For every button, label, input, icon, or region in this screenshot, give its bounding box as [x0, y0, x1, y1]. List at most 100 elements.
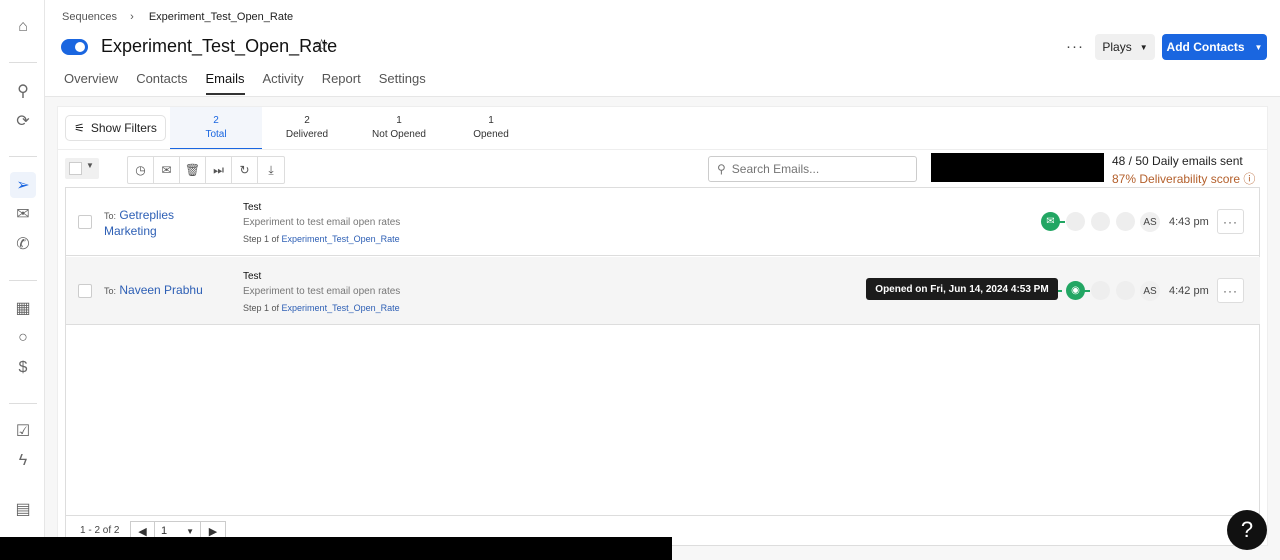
search-input[interactable]: [731, 162, 902, 176]
stat-count: 2: [213, 115, 219, 126]
sequences-send-icon[interactable]: ➢: [10, 172, 36, 198]
lightning-icon[interactable]: ϟ: [12, 450, 34, 472]
clock-icon[interactable]: ◷: [128, 157, 154, 183]
checkbox[interactable]: [69, 162, 82, 175]
caret-down-icon[interactable]: ▼: [86, 161, 94, 170]
stat-count: 1: [396, 115, 402, 126]
calendar-icon[interactable]: ▦: [12, 297, 34, 319]
dollar-icon[interactable]: $: [12, 357, 34, 379]
skip-icon[interactable]: ⏭: [206, 157, 232, 183]
search-icon: ⚲: [717, 162, 726, 176]
page-range: 1 - 2 of 2: [80, 525, 120, 536]
home-icon[interactable]: ⌂: [12, 16, 34, 38]
search-icon[interactable]: ⚲: [12, 80, 34, 102]
row-more-button[interactable]: ···: [1217, 209, 1244, 234]
task-check-icon[interactable]: ☑: [12, 420, 34, 442]
tab-report[interactable]: Report: [322, 71, 361, 95]
sequence-link[interactable]: Experiment_Test_Open_Rate: [282, 303, 400, 313]
clicked-hand-icon[interactable]: [1091, 281, 1110, 300]
breadcrumb: Sequences › Experiment_Test_Open_Rate: [62, 11, 293, 23]
stat-label: Opened: [473, 129, 509, 140]
search-emails-field[interactable]: ⚲: [708, 156, 917, 182]
add-contacts-label: Add Contacts: [1166, 40, 1245, 54]
sequence-enabled-toggle[interactable]: [61, 39, 88, 55]
calculator-icon[interactable]: ▤: [12, 498, 34, 520]
row-more-button[interactable]: ···: [1217, 278, 1244, 303]
step-prefix: Step 1 of: [243, 303, 280, 313]
sync-icon[interactable]: ⟳: [12, 110, 34, 132]
stat-label: Not Opened: [372, 129, 426, 140]
opened-tooltip: Opened on Fri, Jun 14, 2024 4:53 PM: [866, 278, 1058, 300]
mail-icon[interactable]: ✉: [154, 157, 180, 183]
star-icon[interactable]: ☆: [314, 36, 329, 56]
caret-down-icon: ▼: [1139, 42, 1148, 52]
replied-icon[interactable]: [1116, 212, 1135, 231]
daily-emails-sent: 48 / 50 Daily emails sent: [1112, 154, 1243, 168]
connector: [1059, 221, 1065, 223]
tab-settings[interactable]: Settings: [379, 71, 426, 95]
download-icon[interactable]: ⤓: [258, 157, 284, 183]
sent-time: 4:43 pm: [1169, 216, 1209, 228]
sliders-icon: ⚟: [74, 121, 85, 135]
recipient[interactable]: To: Getreplies Marketing: [104, 208, 194, 239]
show-filters-button[interactable]: ⚟ Show Filters: [65, 115, 166, 141]
stat-count: 1: [488, 115, 494, 126]
email-preview: Experiment to test email open rates: [243, 286, 401, 297]
stat-total[interactable]: 2 Total: [170, 107, 262, 149]
delivered-mail-icon[interactable]: ✉: [1041, 212, 1060, 231]
show-filters-label: Show Filters: [90, 121, 157, 135]
recipient[interactable]: To: Naveen Prabhu: [104, 283, 244, 299]
bulk-actions-toolbar: ◷ ✉ 🗑 ⏭ ↻ ⤓: [127, 156, 285, 184]
sequence-link[interactable]: Experiment_Test_Open_Rate: [282, 234, 400, 244]
email-row[interactable]: To: Naveen Prabhu Test Experiment to tes…: [66, 257, 1260, 325]
to-prefix: To:: [104, 211, 117, 221]
redo-icon[interactable]: ↻: [232, 157, 258, 183]
sidebar: ⌂ ⚲ ⟳ ➢ ✉ ✆ ▦ ○ $ ☑ ϟ ▤: [0, 0, 45, 560]
chat-icon[interactable]: ○: [12, 327, 34, 349]
caret-down-icon: ▼: [1254, 42, 1263, 52]
row-checkbox[interactable]: [78, 284, 92, 298]
replied-icon[interactable]: [1116, 281, 1135, 300]
to-prefix: To:: [104, 286, 117, 296]
email-subject: Test: [243, 202, 262, 213]
opened-eye-icon[interactable]: [1066, 212, 1085, 231]
plays-button[interactable]: Plays ▼: [1095, 34, 1155, 60]
deliverability-label: 87% Deliverability score: [1112, 172, 1241, 186]
stat-not-opened[interactable]: 1 Not Opened: [353, 114, 445, 142]
step-info: Step 1 of Experiment_Test_Open_Rate: [243, 303, 400, 313]
tabs: Overview Contacts Emails Activity Report…: [64, 71, 444, 95]
deliverability-score[interactable]: 87% Deliverability score ⓘ: [1112, 170, 1255, 187]
add-contacts-button[interactable]: Add Contacts ▼: [1162, 34, 1267, 60]
sent-time: 4:42 pm: [1169, 285, 1209, 297]
more-options-icon[interactable]: ···: [1066, 38, 1084, 55]
tab-emails[interactable]: Emails: [205, 71, 245, 95]
select-all-checkbox[interactable]: ▼: [65, 158, 99, 179]
opened-eye-icon[interactable]: ◉: [1066, 281, 1085, 300]
stat-delivered[interactable]: 2 Delivered: [261, 114, 353, 142]
email-list: To: Getreplies Marketing Test Experiment…: [65, 187, 1260, 515]
recipient-name[interactable]: Naveen Prabhu: [119, 283, 202, 297]
email-row[interactable]: To: Getreplies Marketing Test Experiment…: [66, 188, 1260, 256]
info-icon[interactable]: ⓘ: [1243, 172, 1255, 186]
page-number: 1: [161, 525, 168, 537]
trash-icon[interactable]: 🗑: [180, 157, 206, 183]
stat-count: 2: [304, 115, 310, 126]
owner-avatar: AS: [1140, 281, 1160, 301]
mail-icon[interactable]: ✉: [12, 203, 34, 225]
divider: [9, 62, 37, 63]
help-button[interactable]: ?: [1227, 510, 1267, 550]
step-prefix: Step 1 of: [243, 234, 280, 244]
step-info: Step 1 of Experiment_Test_Open_Rate: [243, 234, 400, 244]
chevron-right-icon: ›: [130, 11, 134, 23]
phone-icon[interactable]: ✆: [12, 233, 34, 255]
tab-activity[interactable]: Activity: [263, 71, 304, 95]
row-checkbox[interactable]: [78, 215, 92, 229]
tab-overview[interactable]: Overview: [64, 71, 118, 95]
breadcrumb-parent[interactable]: Sequences: [62, 11, 117, 23]
page-title: Experiment_Test_Open_Rate: [101, 36, 338, 56]
divider: [9, 403, 37, 404]
tab-contacts[interactable]: Contacts: [136, 71, 187, 95]
clicked-hand-icon[interactable]: [1091, 212, 1110, 231]
stat-opened[interactable]: 1 Opened: [445, 114, 537, 142]
redacted-area: [931, 153, 1104, 182]
